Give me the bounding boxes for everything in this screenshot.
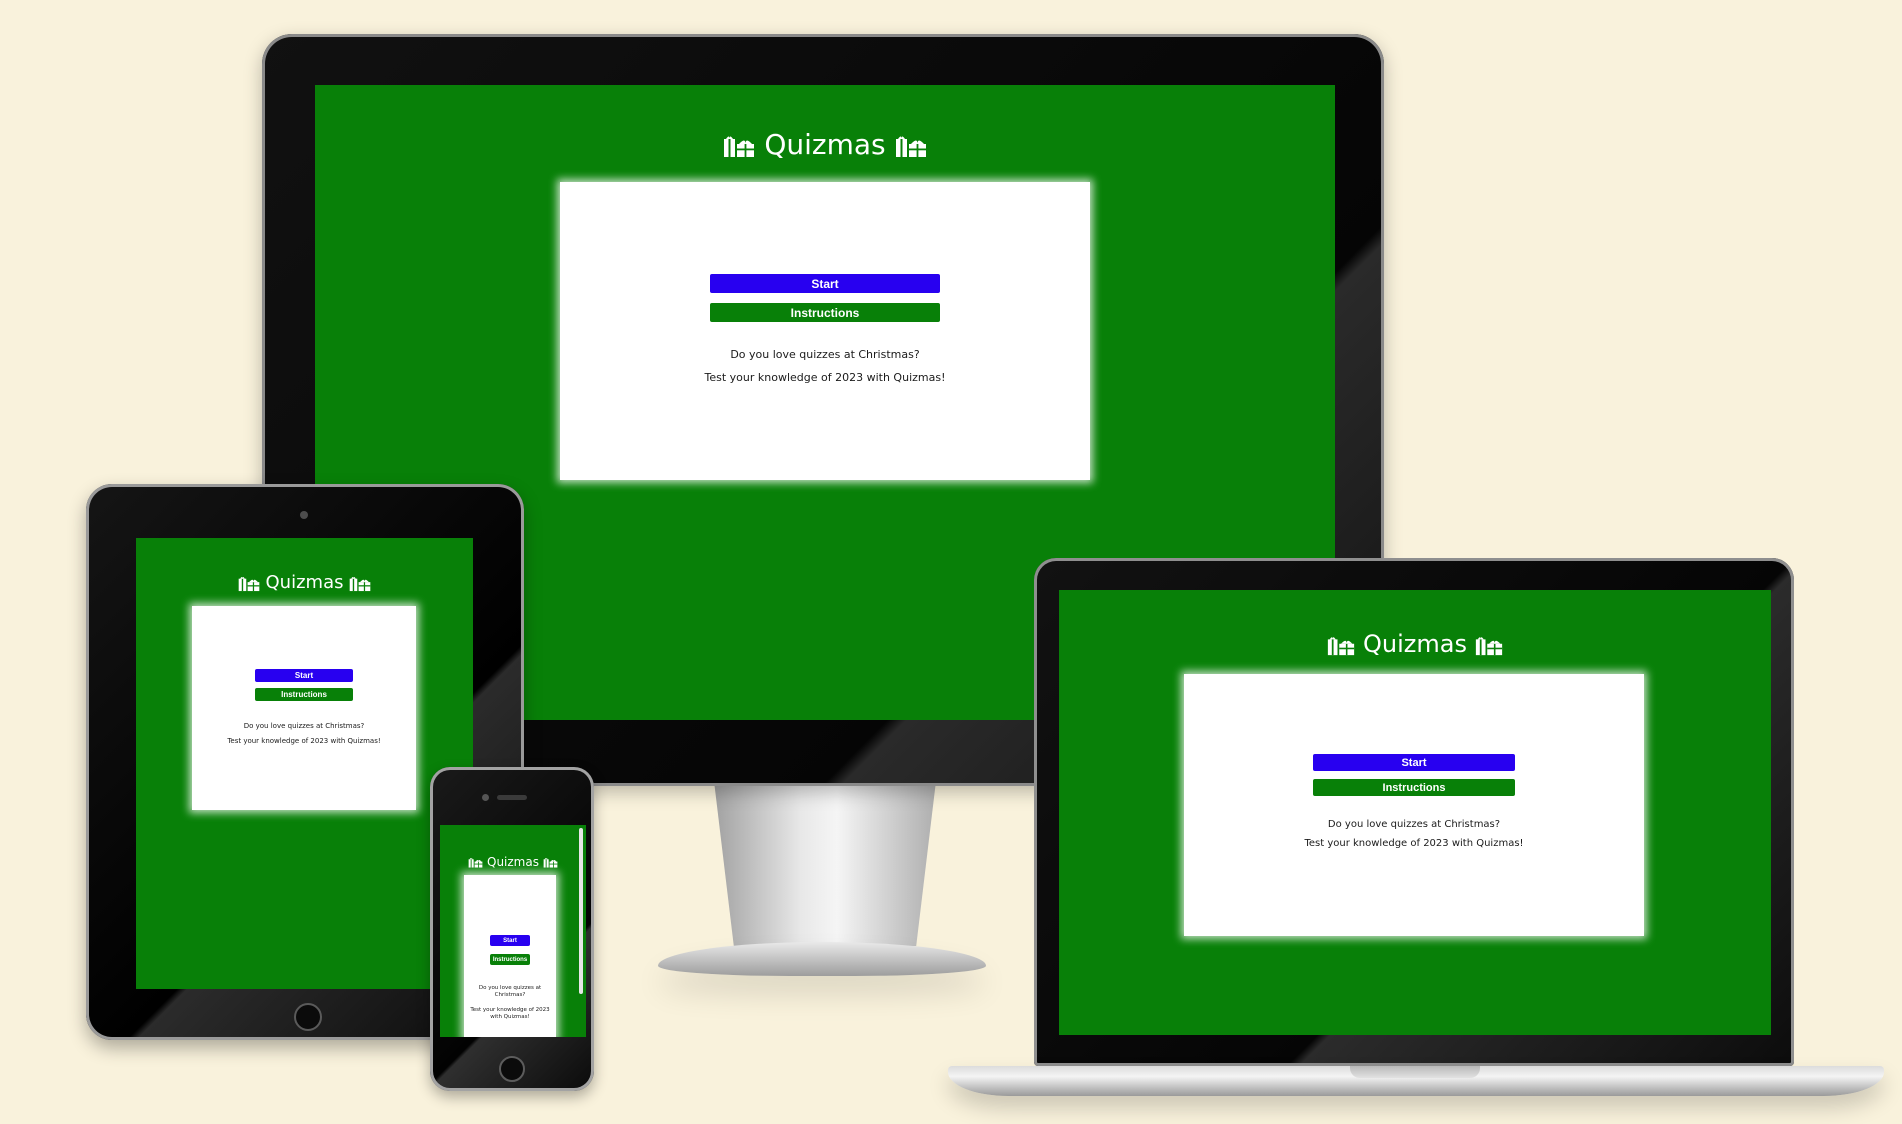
instructions-button[interactable]: Instructions	[1313, 779, 1515, 796]
page-title: Quizmas	[315, 128, 1335, 161]
monitor-stand-neck	[714, 786, 936, 946]
start-button[interactable]: Start	[255, 669, 353, 682]
title-text: Quizmas	[487, 855, 539, 869]
phone-speaker	[497, 795, 527, 800]
gift-icon	[1475, 635, 1503, 656]
gift-icon	[468, 857, 483, 868]
intro-tagline: Test your knowledge of 2023 with Quizmas…	[470, 1007, 550, 1020]
gift-icon	[1327, 635, 1355, 656]
page-title: Quizmas	[1059, 630, 1771, 658]
instructions-button[interactable]: Instructions	[255, 688, 353, 701]
tablet-screen: Quizmas Start Instructions Do you love q…	[136, 538, 473, 989]
gift-icon	[238, 575, 260, 592]
quiz-card: Start Instructions Do you love quizzes a…	[464, 875, 556, 1037]
start-button[interactable]: Start	[490, 935, 530, 946]
intro-question: Do you love quizzes at Christmas?	[243, 722, 365, 730]
page-title: Quizmas	[136, 572, 473, 593]
intro-tagline: Test your knowledge of 2023 with Quizmas…	[1304, 838, 1524, 849]
phone-camera	[482, 794, 489, 801]
quiz-card: Start Instructions Do you love quizzes a…	[1184, 674, 1644, 936]
tablet-home-button	[294, 1003, 322, 1031]
start-button[interactable]: Start	[1313, 754, 1515, 771]
phone-screen: Quizmas Start Instructions Do you love q…	[440, 825, 586, 1037]
title-text: Quizmas	[265, 572, 344, 593]
title-text: Quizmas	[764, 128, 886, 161]
laptop-hinge-notch	[1350, 1066, 1480, 1078]
title-text: Quizmas	[1363, 630, 1467, 658]
laptop-screen: Quizmas Start Instructions Do you love q…	[1059, 590, 1771, 1035]
phone-home-button	[499, 1056, 525, 1082]
intro-tagline: Test your knowledge of 2023 with Quizmas…	[227, 737, 381, 745]
gift-icon	[349, 575, 371, 592]
intro-question: Do you love quizzes at Christmas?	[478, 985, 542, 998]
quiz-card: Start Instructions Do you love quizzes a…	[560, 182, 1090, 480]
start-button[interactable]: Start	[710, 274, 940, 293]
gift-icon	[543, 857, 558, 868]
phone-scrollbar[interactable]	[579, 828, 583, 994]
instructions-button[interactable]: Instructions	[490, 954, 530, 965]
tablet-camera	[300, 511, 308, 519]
intro-question: Do you love quizzes at Christmas?	[1327, 819, 1501, 830]
intro-tagline: Test your knowledge of 2023 with Quizmas…	[704, 371, 946, 384]
page-title: Quizmas	[440, 855, 586, 869]
intro-question: Do you love quizzes at Christmas?	[730, 348, 920, 361]
monitor-stand-foot	[658, 942, 986, 976]
quiz-card: Start Instructions Do you love quizzes a…	[192, 606, 416, 810]
gift-icon	[895, 134, 927, 158]
gift-icon	[723, 134, 755, 158]
instructions-button[interactable]: Instructions	[710, 303, 940, 322]
